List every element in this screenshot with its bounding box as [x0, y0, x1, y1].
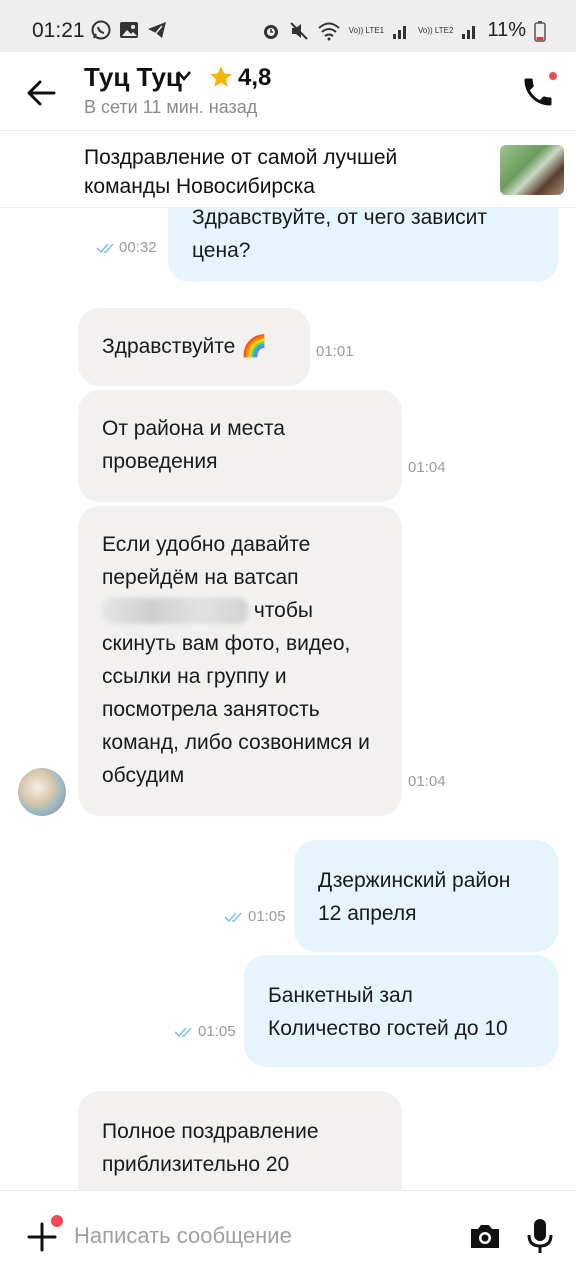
- wifi-icon: [317, 22, 340, 40]
- message-time: 01:04: [408, 459, 446, 476]
- message-bubble-outgoing[interactable]: Дзержинский район 12 апреля: [294, 840, 558, 952]
- message-line: 12 апреля: [318, 902, 417, 925]
- whatsapp-icon: [91, 20, 111, 40]
- status-time: 01:21: [32, 19, 85, 42]
- message-text-part: Если удобно давайте перейдём на ватсап: [102, 533, 311, 589]
- read-ticks-icon: [174, 1027, 192, 1038]
- telegram-icon: [148, 22, 166, 38]
- read-ticks-icon: [224, 912, 242, 923]
- listing-thumbnail[interactable]: [500, 145, 564, 195]
- notification-dot: [547, 70, 559, 82]
- gallery-icon: [120, 22, 138, 38]
- contact-name[interactable]: Туц Туц: [84, 62, 182, 93]
- message-time: 00:32: [119, 239, 157, 256]
- message-time: 01:05: [248, 908, 286, 925]
- signal-icon: [393, 25, 407, 39]
- star-icon: [210, 66, 232, 87]
- message-bubble-incoming[interactable]: Если удобно давайте перейдём на ватсап ч…: [78, 506, 402, 816]
- redacted-phone-number: [102, 598, 248, 625]
- message-time: 01:01: [316, 343, 354, 360]
- message-time: 01:04: [408, 773, 446, 790]
- notification-dot: [51, 1215, 63, 1227]
- message-list[interactable]: 00:32 Здравствуйте, от чего зависит цена…: [0, 208, 576, 1190]
- read-ticks-icon: [96, 243, 114, 254]
- message-line: Количество гостей до 10: [268, 1017, 508, 1040]
- message-bubble-incoming[interactable]: Полное поздравление приблизительно 20: [78, 1091, 402, 1190]
- message-bubble-incoming[interactable]: От района и места проведения: [78, 390, 402, 502]
- back-arrow-icon[interactable]: [24, 76, 58, 110]
- listing-card[interactable]: Поздравление от самой лучшей команды Нов…: [0, 130, 576, 208]
- message-line: Банкетный зал: [268, 984, 413, 1007]
- camera-icon[interactable]: [468, 1219, 502, 1253]
- message-time: 01:05: [198, 1023, 236, 1040]
- chat-header: Туц Туц 4,8 В сети 11 мин. назад: [0, 52, 576, 130]
- signal-label-1: Vo)) LTE1: [348, 26, 385, 35]
- online-status: В сети 11 мин. назад: [84, 97, 258, 117]
- status-bar: 01:21 Vo)) LTE1 Vo)) LTE2 11%: [0, 0, 576, 52]
- battery-percent: 11%: [487, 19, 526, 41]
- listing-title[interactable]: Поздравление от самой лучшей команды Нов…: [84, 143, 464, 201]
- alarm-icon: [263, 24, 278, 39]
- message-bubble-outgoing[interactable]: Банкетный зал Количество гостей до 10: [244, 955, 558, 1067]
- message-input[interactable]: [74, 1215, 454, 1257]
- mute-icon: [289, 21, 308, 40]
- signal-icon: [462, 25, 476, 39]
- message-text-part: чтобы скинуть вам фото, видео, ссылки на…: [102, 599, 370, 787]
- avatar[interactable]: [18, 768, 66, 816]
- signal-label-2: Vo)) LTE2: [418, 26, 454, 35]
- microphone-icon[interactable]: [526, 1217, 554, 1255]
- message-line: Дзержинский район: [318, 869, 511, 892]
- chevron-down-icon[interactable]: [176, 70, 192, 82]
- message-bubble-outgoing[interactable]: Здравствуйте, от чего зависит цена?: [168, 208, 558, 282]
- rating-value: 4,8: [238, 64, 272, 91]
- message-input-bar: [0, 1190, 576, 1280]
- battery-icon: [534, 20, 546, 42]
- message-bubble-incoming[interactable]: Здравствуйте 🌈: [78, 308, 310, 386]
